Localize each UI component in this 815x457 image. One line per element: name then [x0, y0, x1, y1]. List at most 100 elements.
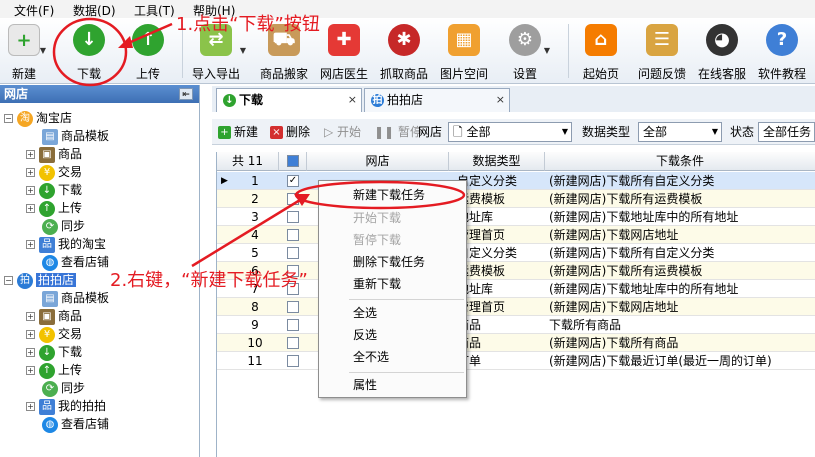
- table-row[interactable]: 9 商品 下载所有商品: [217, 316, 815, 334]
- table-row[interactable]: 8 管理首页 (新建网店)下载网店地址: [217, 298, 815, 316]
- menu-select-all[interactable]: 全选: [321, 303, 464, 324]
- menu-redownload[interactable]: 重新下载: [321, 274, 464, 295]
- expand-icon[interactable]: +: [26, 168, 35, 177]
- table-row[interactable]: 10 商品 (新建网店)下载所有商品: [217, 334, 815, 352]
- menu-pause-download[interactable]: 暂停下载: [321, 230, 464, 251]
- menu-invert-selection[interactable]: 反选: [321, 325, 464, 346]
- delete-task-button[interactable]: × 删除: [270, 123, 310, 140]
- tree-node-paipai[interactable]: − 拍拍拍店: [4, 271, 77, 289]
- online-service-button[interactable]: ◕ 在线客服: [694, 18, 750, 84]
- row-checkbox[interactable]: [287, 337, 299, 349]
- menu-properties[interactable]: 属性: [321, 375, 464, 396]
- upload-button[interactable]: ↑ 上传: [128, 18, 168, 84]
- table-row[interactable]: 3 地址库 (新建网店)下载地址库中的所有地址: [217, 208, 815, 226]
- column-header-data-type[interactable]: 数据类型: [449, 152, 545, 171]
- close-icon[interactable]: ×: [348, 89, 357, 111]
- expand-icon[interactable]: +: [26, 240, 35, 249]
- download-button[interactable]: ↓ 下载: [66, 18, 112, 84]
- tree-item-trade[interactable]: + ¥ 交易: [26, 163, 82, 181]
- table-row[interactable]: ▶ 1 ✓ 自定义分类 (新建网店)下载所有自定义分类: [217, 172, 815, 190]
- cell-condition: 下载所有商品: [549, 318, 622, 332]
- grab-goods-label: 抓取商品: [379, 67, 428, 81]
- new-document-icon: +: [8, 24, 40, 56]
- row-checkbox[interactable]: [287, 247, 299, 259]
- play-icon: ▷: [324, 125, 338, 139]
- tab-paipai[interactable]: 拍拍拍店 ×: [364, 88, 510, 112]
- expand-icon[interactable]: +: [26, 330, 35, 339]
- expand-icon[interactable]: +: [26, 204, 35, 213]
- collapse-icon[interactable]: −: [4, 114, 13, 123]
- row-checkbox[interactable]: ✓: [287, 175, 299, 187]
- close-icon[interactable]: ×: [496, 89, 505, 111]
- tree-item-label: 商品: [58, 309, 83, 323]
- table-row[interactable]: 11 订单 (新建网店)下载最近订单(最近一周的订单): [217, 352, 815, 370]
- tab-download[interactable]: ↓ 下载 ×: [216, 88, 362, 112]
- new-button[interactable]: + ▼ 新建: [4, 18, 46, 84]
- menu-file[interactable]: 文件(F): [14, 2, 54, 19]
- expand-icon[interactable]: +: [26, 402, 35, 411]
- collapse-icon[interactable]: −: [4, 276, 13, 285]
- table-row[interactable]: 2 运费模板 (新建网店)下载所有运费模板: [217, 190, 815, 208]
- row-checkbox[interactable]: [287, 229, 299, 241]
- data-type-select[interactable]: 全部 ▼: [638, 122, 722, 142]
- tree-item-trade[interactable]: + ¥ 交易: [26, 325, 82, 343]
- tree-item-goods[interactable]: + ▣ 商品: [26, 307, 82, 325]
- main-toolbar: + ▼ 新建 ↓ 下载 ↑ 上传 ⇄ ▼ 导入导出 ⛟ 商品搬家 ✚ 网店医生 …: [0, 18, 815, 84]
- tree-item-sync[interactable]: ⟳ 同步: [42, 217, 85, 235]
- menu-tools[interactable]: 工具(T): [134, 2, 175, 19]
- row-checkbox[interactable]: [287, 355, 299, 367]
- expand-icon[interactable]: +: [26, 150, 35, 159]
- tree-item-my-taobao[interactable]: + 品我的淘宝: [26, 235, 106, 253]
- tree-item-goods[interactable]: + ▣ 商品: [26, 145, 82, 163]
- expand-icon[interactable]: +: [26, 186, 35, 195]
- row-indicator-icon: [221, 316, 231, 334]
- expand-icon[interactable]: +: [26, 366, 35, 375]
- grab-goods-button[interactable]: ✱ 抓取商品: [376, 18, 432, 84]
- tree-item-download[interactable]: + ↓ 下载: [26, 343, 82, 361]
- menu-data[interactable]: 数据(D): [73, 2, 116, 19]
- row-checkbox[interactable]: [287, 301, 299, 313]
- select-all-header[interactable]: [279, 152, 307, 171]
- feedback-button[interactable]: ☰ 问题反馈: [634, 18, 690, 84]
- tree-item-upload[interactable]: + ↑ 上传: [26, 199, 82, 217]
- start-button[interactable]: ▷ 开始: [324, 123, 361, 140]
- tree-item-label: 上传: [58, 363, 83, 377]
- tree-item-upload[interactable]: + ↑ 上传: [26, 361, 82, 379]
- row-checkbox[interactable]: [287, 319, 299, 331]
- tree-item-view-store[interactable]: ◍ 查看店铺: [42, 415, 109, 433]
- status-select[interactable]: 全部任务: [758, 122, 815, 142]
- column-header-store[interactable]: 网店: [307, 152, 449, 171]
- dropdown-arrow-icon: ▼: [239, 46, 246, 55]
- row-checkbox[interactable]: [287, 211, 299, 223]
- menu-new-download-task[interactable]: 新建下载任务: [321, 185, 464, 206]
- tree-item-my-paipai[interactable]: + 品我的拍拍: [26, 397, 106, 415]
- tree-item-label: 商品模板: [61, 291, 110, 305]
- tutorial-button[interactable]: ? 软件教程: [754, 18, 810, 84]
- settings-button[interactable]: ⚙ ▼ 设置: [502, 18, 550, 84]
- store-filter-select[interactable]: 🗋 全部 ▼: [448, 122, 572, 142]
- tree-item-template[interactable]: ▤ 商品模板: [42, 127, 109, 145]
- tree-item-view-store[interactable]: ◍ 查看店铺: [42, 253, 109, 271]
- tree-item-download[interactable]: + ↓ 下载: [26, 181, 82, 199]
- menu-select-none[interactable]: 全不选: [321, 347, 464, 368]
- menu-delete-download-task[interactable]: 删除下载任务: [321, 252, 464, 273]
- select-all-checkbox[interactable]: [287, 155, 299, 167]
- download-icon: ↓: [39, 344, 55, 361]
- picture-space-button[interactable]: ▦ 图片空间: [436, 18, 492, 84]
- expand-icon[interactable]: +: [26, 348, 35, 357]
- expand-icon[interactable]: +: [26, 312, 35, 321]
- column-header-condition[interactable]: 下载条件: [545, 152, 815, 171]
- pin-icon[interactable]: ⇤: [179, 88, 193, 100]
- table-row[interactable]: 5 自定义分类 (新建网店)下载所有自定义分类: [217, 244, 815, 262]
- table-row[interactable]: 4 管理首页 (新建网店)下载网店地址: [217, 226, 815, 244]
- tree-item-label: 我的淘宝: [58, 237, 107, 251]
- tree-item-sync[interactable]: ⟳ 同步: [42, 379, 85, 397]
- start-page-button[interactable]: ⌂ 起始页: [578, 18, 624, 84]
- tree-node-taobao[interactable]: − 淘淘宝店: [4, 109, 72, 127]
- new-task-button[interactable]: + 新建: [218, 123, 258, 140]
- menu-start-download[interactable]: 开始下载: [321, 208, 464, 229]
- pause-button[interactable]: ❚❚ 暂停: [374, 123, 422, 140]
- store-doctor-button[interactable]: ✚ 网店医生: [316, 18, 372, 84]
- tree-item-template[interactable]: ▤ 商品模板: [42, 289, 109, 307]
- row-checkbox[interactable]: [287, 193, 299, 205]
